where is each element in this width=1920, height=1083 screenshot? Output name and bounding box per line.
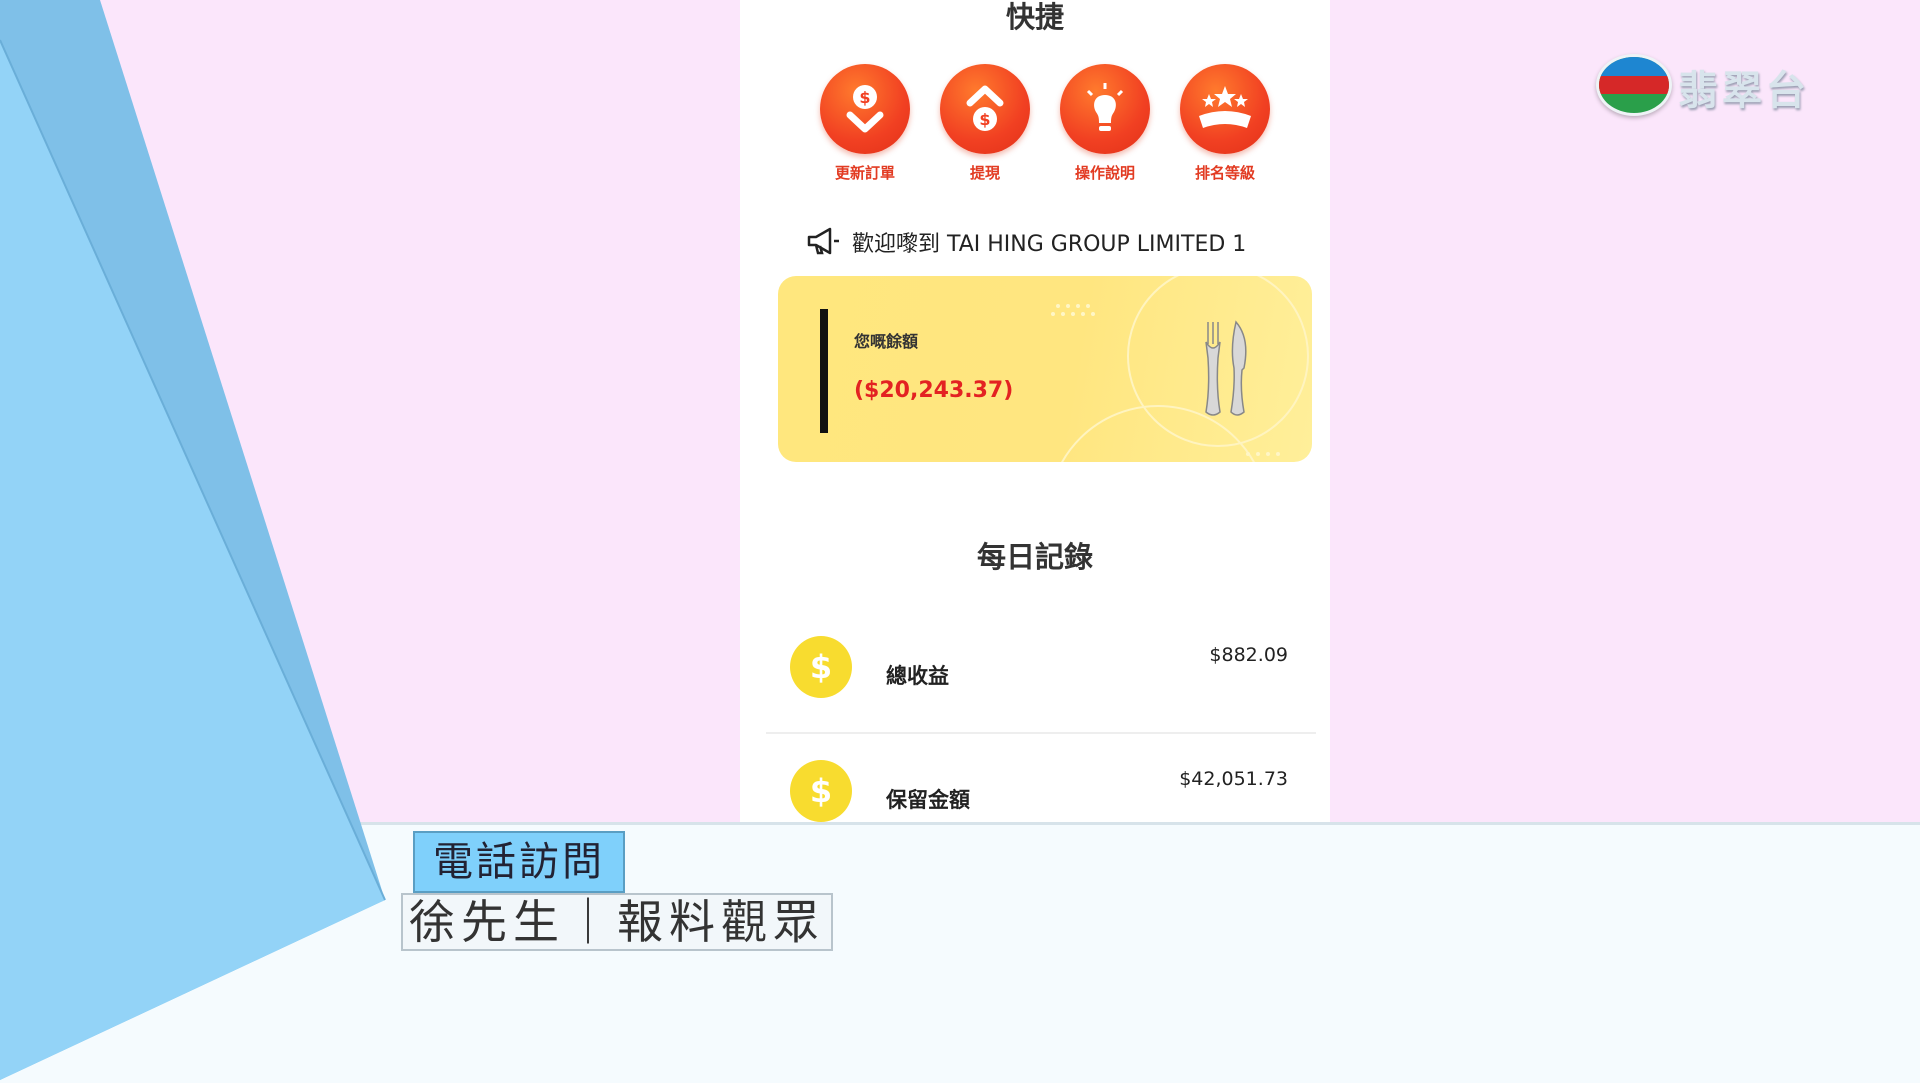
decorative-blue-panel (0, 0, 386, 1080)
tvb-ball-icon (1596, 54, 1672, 116)
channel-name: 翡翠台 (1678, 68, 1810, 114)
caption-name: 徐先生｜報料觀眾 (401, 893, 833, 951)
caption-tag: 電話訪問 (413, 831, 625, 893)
